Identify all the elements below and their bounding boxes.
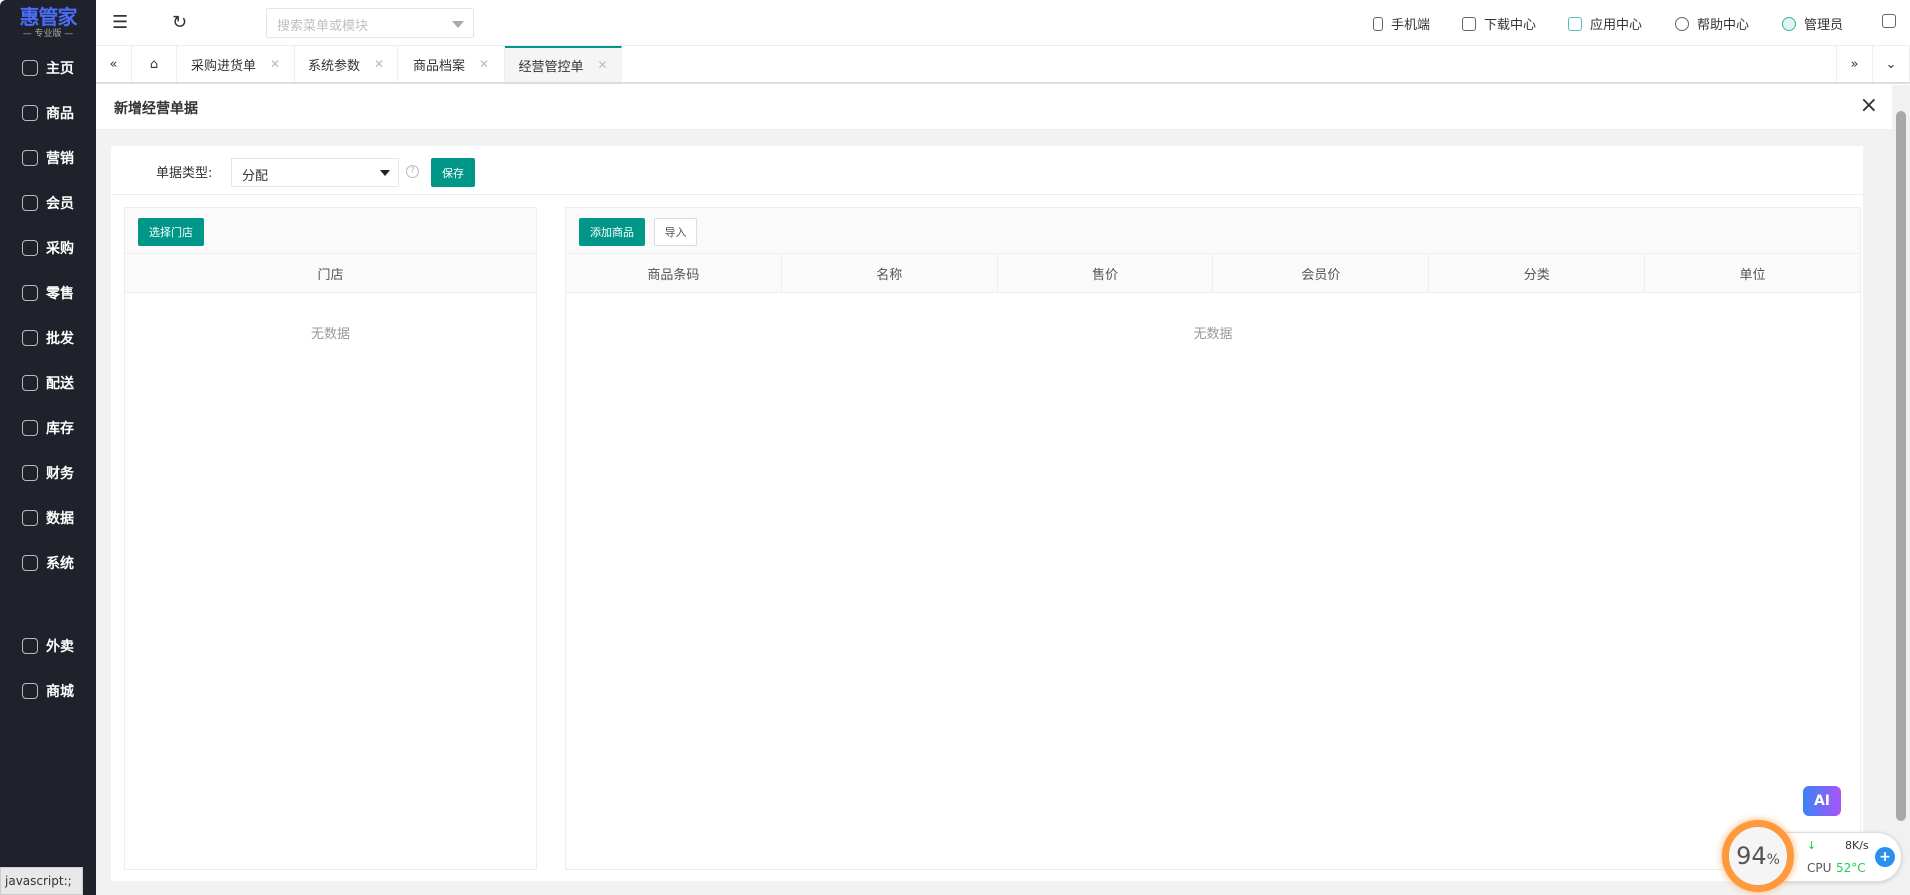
column-header: 分类	[1429, 254, 1646, 292]
sidebar-item[interactable]: 营销	[0, 138, 96, 178]
mobile-link[interactable]: 手机端	[1373, 14, 1430, 33]
user-avatar-icon	[1782, 16, 1796, 31]
tab-business-control[interactable]: 经营管控单 ✕	[505, 46, 622, 82]
status-bar: javascript:;	[0, 867, 83, 895]
sidebar-item[interactable]: 批发	[0, 318, 96, 358]
sidebar-item[interactable]: 财务	[0, 453, 96, 493]
tab-bar: « ⌂ 采购进货单 ✕ 系统参数 ✕ 商品档案 ✕ 经营管控单 ✕ » ⌄	[96, 46, 1910, 84]
tab-system-params[interactable]: 系统参数 ✕	[295, 46, 398, 82]
dialog-titlebar: 新增经营单据 ×	[96, 85, 1892, 130]
help-icon[interactable]: ?	[406, 165, 419, 178]
chevron-down-icon	[452, 21, 464, 28]
logout-button[interactable]	[1882, 14, 1896, 28]
logout-icon	[1882, 14, 1896, 28]
sidebar-item[interactable]: 采购	[0, 228, 96, 268]
import-button[interactable]: 导入	[654, 218, 697, 246]
home-icon: ⌂	[149, 56, 159, 72]
phone-icon	[1373, 16, 1383, 31]
help-center-link[interactable]: 帮助中心	[1675, 14, 1749, 33]
form-card: 单据类型: 分配 ? 保存 选择门店 门店 无数据 添加商品 导入 商品条码 名称…	[111, 146, 1863, 881]
apps-icon	[1568, 16, 1582, 31]
download-center-link[interactable]: 下载中心	[1462, 14, 1536, 33]
content-area: 单据类型: 分配 ? 保存 选择门店 门店 无数据 添加商品 导入 商品条码 名称…	[96, 130, 1892, 895]
monitor-icon	[1462, 16, 1476, 31]
column-header: 名称	[782, 254, 998, 292]
tab-options-dropdown[interactable]: ⌄	[1873, 46, 1910, 82]
vertical-scrollbar[interactable]	[1892, 85, 1910, 895]
sidebar-item[interactable]: 主页	[0, 48, 96, 88]
type-select[interactable]: 分配	[231, 158, 399, 187]
chevron-down-icon: ⌄	[1885, 56, 1897, 72]
finance-icon	[22, 465, 38, 481]
logo: 惠管家 — 专业版 —	[19, 5, 78, 39]
close-icon[interactable]: ✕	[597, 58, 607, 72]
box-icon	[22, 105, 38, 121]
type-label: 单据类型:	[156, 166, 213, 181]
sidebar-item[interactable]: 系统	[0, 543, 96, 583]
help-icon	[1675, 16, 1689, 31]
sidebar-item[interactable]: 商城	[0, 671, 96, 711]
sidebar-item[interactable]: 配送	[0, 363, 96, 403]
download-arrow-icon: ↓	[1807, 839, 1817, 852]
sidebar: 惠管家 — 专业版 — 主页商品营销会员采购零售批发配送库存财务数据系统外卖商城	[0, 0, 96, 895]
data-icon	[22, 510, 38, 526]
select-store-button[interactable]: 选择门店	[138, 218, 204, 246]
column-header: 单位	[1739, 267, 1766, 283]
column-header: 门店	[317, 267, 344, 283]
form-row: 单据类型: 分配 ? 保存	[111, 146, 1863, 195]
menu-search-select[interactable]: 搜索菜单或模块	[266, 8, 474, 38]
empty-text: 无数据	[1193, 327, 1233, 342]
empty-text: 无数据	[310, 327, 350, 342]
sidebar-item[interactable]: 零售	[0, 273, 96, 313]
tab-scroll-right[interactable]: »	[1836, 46, 1873, 82]
tab-home[interactable]: ⌂	[132, 46, 177, 82]
user-menu[interactable]: 管理员	[1782, 14, 1843, 33]
sidebar-item[interactable]: 库存	[0, 408, 96, 448]
close-icon[interactable]: ✕	[270, 57, 280, 71]
close-icon[interactable]: ✕	[479, 57, 489, 71]
product-panel: 添加商品 导入 商品条码 名称 售价 会员价 分类 单位 无数据	[565, 207, 1861, 870]
home-icon	[22, 60, 38, 76]
bag-icon	[22, 285, 38, 301]
tab-purchase[interactable]: 采购进货单 ✕	[177, 46, 295, 82]
menu-toggle-icon[interactable]: ☰	[112, 12, 128, 33]
refresh-icon[interactable]: ↻	[172, 12, 187, 33]
tab-scroll-left[interactable]: «	[96, 46, 132, 82]
column-header: 会员价	[1213, 254, 1430, 292]
ai-assistant-button[interactable]: AI	[1803, 786, 1841, 816]
memory-gauge[interactable]: 94%	[1722, 820, 1794, 892]
cart-icon	[22, 240, 38, 256]
top-header: ☰ ↻ 搜索菜单或模块 手机端 下载中心 应用中心 帮助中心 管理员	[96, 0, 1910, 46]
close-dialog-icon[interactable]: ×	[1860, 93, 1878, 118]
store-icon	[22, 683, 38, 699]
sidebar-item[interactable]: 数据	[0, 498, 96, 538]
heart-icon	[22, 195, 38, 211]
sidebar-item[interactable]: 外卖	[0, 626, 96, 666]
caret-down-icon	[380, 170, 390, 176]
store-panel: 选择门店 门店 无数据	[124, 207, 537, 870]
sidebar-item[interactable]: 会员	[0, 183, 96, 223]
close-icon[interactable]: ✕	[374, 57, 384, 71]
truck-icon	[22, 375, 38, 391]
app-center-link[interactable]: 应用中心	[1568, 14, 1642, 33]
sidebar-item[interactable]: 商品	[0, 93, 96, 133]
add-product-button[interactable]: 添加商品	[579, 218, 645, 246]
tab-product-archive[interactable]: 商品档案 ✕	[398, 46, 505, 82]
scrollbar-thumb[interactable]	[1896, 111, 1906, 821]
inventory-icon	[22, 420, 38, 436]
page-title: 新增经营单据	[114, 101, 198, 117]
chart-icon	[22, 150, 38, 166]
settings-icon	[22, 555, 38, 571]
column-header: 售价	[998, 254, 1214, 292]
column-header: 商品条码	[566, 254, 782, 292]
bike-icon	[22, 638, 38, 654]
save-button[interactable]: 保存	[431, 158, 475, 187]
building-icon	[22, 330, 38, 346]
plus-icon[interactable]: +	[1875, 847, 1895, 867]
